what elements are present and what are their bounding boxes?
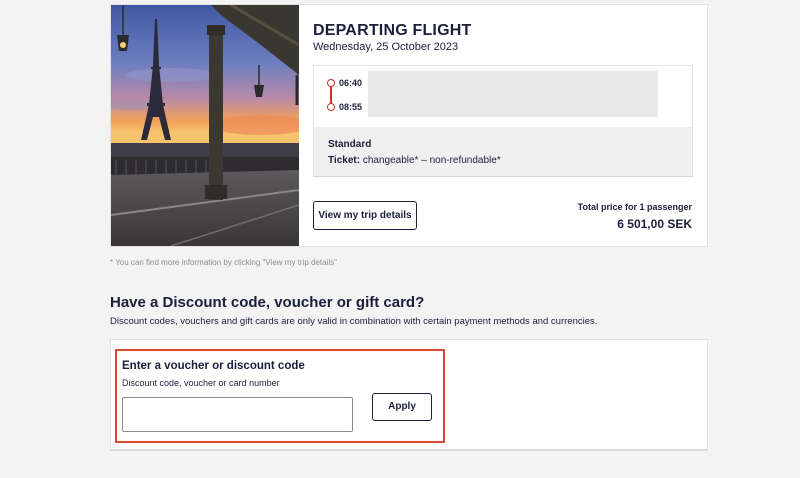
ticket-label: Ticket: bbox=[328, 155, 361, 166]
voucher-card: Enter a voucher or discount code Discoun… bbox=[110, 339, 708, 451]
fare-info: Standard Ticket: changeable* – non-refun… bbox=[314, 127, 692, 176]
redacted-flight-info bbox=[368, 71, 658, 117]
destination-photo bbox=[111, 5, 299, 246]
view-trip-details-button[interactable]: View my trip details bbox=[313, 201, 417, 230]
flight-segment: 06:40 08:55 Standard Ticket: changeable*… bbox=[313, 65, 693, 177]
discount-description: Discount codes, vouchers and gift cards … bbox=[110, 316, 598, 327]
departing-flight-card: DEPARTING FLIGHT Wednesday, 25 October 2… bbox=[110, 4, 708, 247]
voucher-field-title: Enter a voucher or discount code bbox=[122, 360, 305, 372]
total-price-label: Total price for 1 passenger bbox=[577, 202, 692, 212]
flight-title: DEPARTING FLIGHT bbox=[313, 22, 472, 39]
segment-times: 06:40 08:55 bbox=[314, 66, 692, 127]
flight-date: Wednesday, 25 October 2023 bbox=[313, 41, 459, 53]
arrival-dot-icon bbox=[327, 103, 335, 111]
total-price-value: 6 501,00 SEK bbox=[617, 217, 692, 231]
arrival-time: 08:55 bbox=[339, 102, 363, 112]
voucher-code-input[interactable] bbox=[122, 397, 353, 432]
fare-name: Standard bbox=[328, 139, 372, 150]
departure-time: 06:40 bbox=[339, 78, 363, 88]
trip-details-footnote: * You can find more information by click… bbox=[110, 258, 337, 267]
route-timeline-icon bbox=[327, 79, 335, 111]
ticket-conditions: Ticket: changeable* – non-refundable* bbox=[328, 155, 501, 166]
voucher-field-subtitle: Discount code, voucher or card number bbox=[122, 378, 280, 388]
ticket-value: changeable* – non-refundable* bbox=[360, 155, 501, 166]
apply-button[interactable]: Apply bbox=[372, 393, 432, 421]
discount-heading: Have a Discount code, voucher or gift ca… bbox=[110, 294, 425, 311]
